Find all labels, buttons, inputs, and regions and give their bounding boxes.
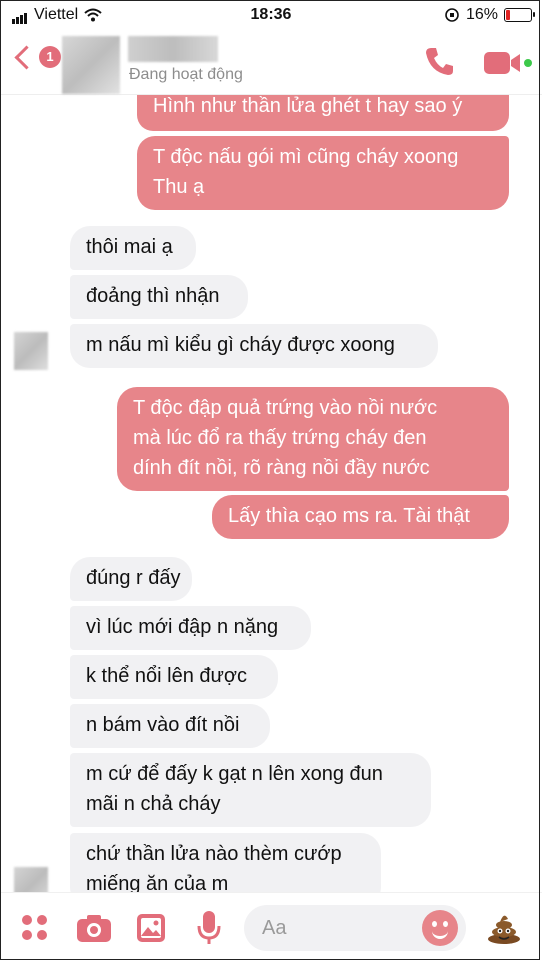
poop-emoji-icon[interactable] <box>486 909 522 945</box>
video-icon[interactable] <box>484 50 532 76</box>
message-incoming: m nấu mì kiểu gì cháy được xoong <box>70 324 438 368</box>
message-incoming: đoảng thì nhận <box>70 275 248 319</box>
chevron-left-icon <box>14 44 39 70</box>
message-incoming: vì lúc mới đập n nặng <box>70 606 311 650</box>
contact-name-redacted[interactable] <box>128 36 218 62</box>
message-incoming: m cứ để đấy k gạt n lên xong đun mãi n c… <box>70 753 431 827</box>
message-incoming: chứ thần lửa nào thèm cướp miếng ăn của … <box>70 833 381 892</box>
battery-percent: 16% <box>465 6 498 23</box>
message-input-placeholder: Aa <box>262 917 287 939</box>
contact-avatar-small <box>14 867 48 892</box>
contact-avatar-small <box>14 332 48 370</box>
message-outgoing: Hình như thần lửa ghét t hay sao ý <box>137 95 509 131</box>
message-incoming: n bám vào đít nồi <box>70 704 270 748</box>
message-incoming: đúng r đấy <box>70 557 192 601</box>
microphone-icon[interactable] <box>196 910 222 946</box>
phone-icon[interactable] <box>422 44 456 78</box>
battery-icon <box>504 8 535 22</box>
image-icon[interactable] <box>135 912 167 944</box>
message-incoming: k thể nổi lên được <box>70 655 278 699</box>
status-bar: Viettel 18:36 16% <box>0 0 542 32</box>
contact-avatar[interactable] <box>62 36 120 94</box>
emoji-icon[interactable] <box>422 910 458 946</box>
message-outgoing: Lấy thìa cạo ms ra. Tài thật <box>212 495 509 539</box>
message-outgoing: T độc đập quả trứng vào nồi nước mà lúc … <box>117 387 509 491</box>
orientation-lock-icon <box>445 8 459 22</box>
message-outgoing: T độc nấu gói mì cũng cháy xoong Thu ạ <box>137 136 509 210</box>
conversation-header: 1 Đang hoạt động <box>0 32 542 95</box>
message-input[interactable]: Aa <box>244 905 466 951</box>
composer-bar: Aa <box>0 892 542 961</box>
presence-status: Đang hoạt động <box>129 66 243 83</box>
message-list[interactable]: Hình như thần lửa ghét t hay sao ý T độc… <box>0 95 542 892</box>
apps-grid-icon[interactable] <box>20 913 50 943</box>
message-incoming: thôi mai ạ <box>70 226 196 270</box>
camera-icon[interactable] <box>76 913 112 943</box>
unread-badge: 1 <box>39 46 61 68</box>
back-button[interactable]: 1 <box>12 44 61 70</box>
